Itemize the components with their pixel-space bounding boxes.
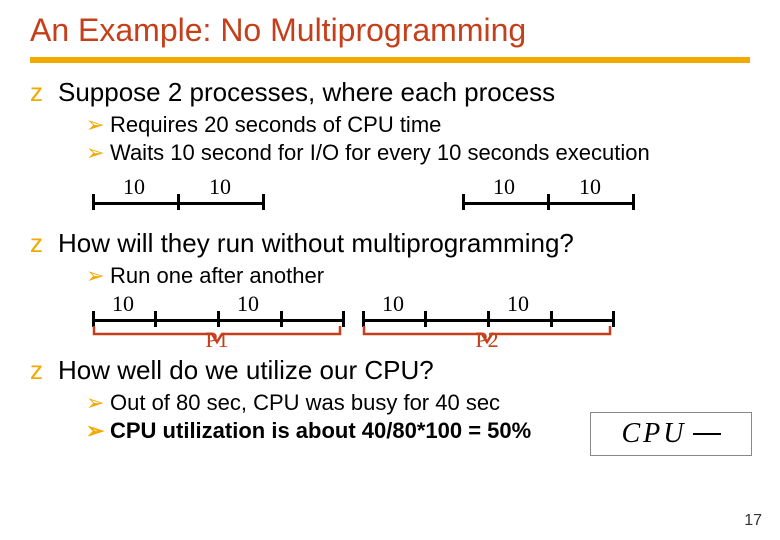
bullet-1-sub-2-text: Waits 10 second for I/O for every 10 sec…: [110, 140, 650, 166]
timeline-segment-label: 10: [209, 174, 231, 200]
timeline-tick: [177, 194, 180, 210]
bullet-3-sub-2-text: CPU utilization is about 40/80*100 = 50%: [110, 418, 531, 444]
arrow-icon: ➢: [86, 114, 110, 136]
title-rule: [30, 57, 750, 63]
slide: An Example: No Multiprogramming z Suppos…: [0, 0, 780, 540]
arrow-icon: ➢: [86, 142, 110, 164]
timeline-segment-label: 10: [493, 174, 515, 200]
timeline-tick: [262, 194, 265, 210]
bullet-icon: z: [30, 355, 58, 386]
timeline-segment-label: 10: [237, 291, 259, 317]
timeline-segment-label: 10: [382, 291, 404, 317]
timeline-tick: [612, 311, 615, 327]
bullet-1-text: Suppose 2 processes, where each process: [58, 77, 555, 108]
page-number: 17: [744, 512, 762, 530]
bullet-2-text: How will they run without multiprogrammi…: [58, 228, 574, 259]
bullet-icon: z: [30, 228, 58, 259]
process-label-p2: P2: [475, 327, 498, 353]
timeline-tick: [632, 194, 635, 210]
timeline-tick: [462, 194, 465, 210]
bullet-1-sub-1: ➢ Requires 20 seconds of CPU time: [86, 112, 750, 138]
bullet-2-sub-1-text: Run one after another: [110, 263, 324, 289]
bullet-3: z How well do we utilize our CPU?: [30, 355, 750, 386]
arrow-icon: ➢: [86, 420, 110, 442]
arrow-icon: ➢: [86, 265, 110, 287]
bullet-icon: z: [30, 77, 58, 108]
timeline-tick: [547, 194, 550, 210]
bullet-2-sub-1: ➢ Run one after another: [86, 263, 750, 289]
timeline-segment-label: 10: [579, 174, 601, 200]
timeline-segment-label: 10: [507, 291, 529, 317]
arrow-icon: ➢: [86, 392, 110, 414]
timeline-both-processes: 10 10 10 10 P1 P2: [92, 291, 732, 351]
bullet-1-sub-2: ➢ Waits 10 second for I/O for every 10 s…: [86, 140, 750, 166]
cpu-equation-text: CPU: [622, 418, 687, 450]
bullet-1: z Suppose 2 processes, where each proces…: [30, 77, 750, 108]
bullet-3-sub-1-text: Out of 80 sec, CPU was busy for 40 sec: [110, 390, 500, 416]
timeline-tick: [92, 194, 95, 210]
timeline-single-process: 10 10 10 10: [92, 174, 732, 214]
bullet-1-sub-1-text: Requires 20 seconds of CPU time: [110, 112, 441, 138]
bullet-2: z How will they run without multiprogram…: [30, 228, 750, 259]
bullet-3-text: How well do we utilize our CPU?: [58, 355, 434, 386]
timeline-segment-label: 10: [112, 291, 134, 317]
timeline-segment-label: 10: [123, 174, 145, 200]
process-label-p1: P1: [205, 327, 228, 353]
fraction-bar-icon: [693, 433, 721, 435]
cpu-equation-box: CPU: [590, 412, 752, 456]
slide-title: An Example: No Multiprogramming: [30, 12, 750, 49]
timeline-tick: [342, 311, 345, 327]
